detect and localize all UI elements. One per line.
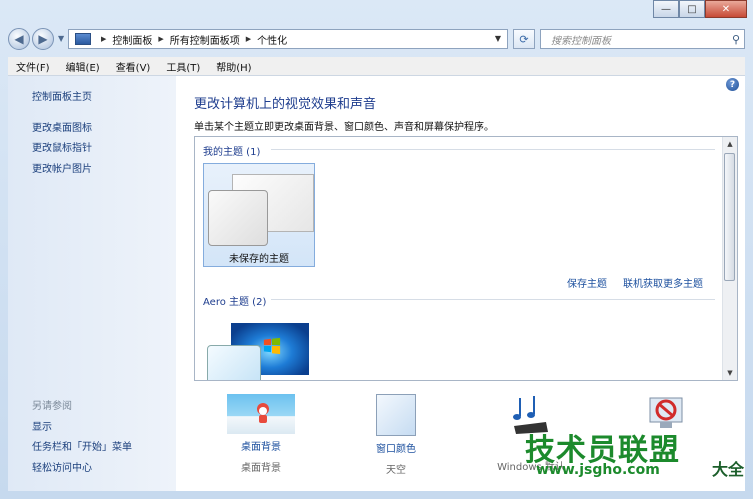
back-button[interactable]: ◀ — [8, 28, 30, 50]
link-control-panel-home[interactable]: 控制面板主页 — [32, 88, 92, 103]
search-box[interactable]: 搜索控制面板 ⚲ — [540, 29, 745, 49]
link-taskbar-start-menu[interactable]: 任务栏和「开始」菜单 — [32, 438, 132, 453]
refresh-button[interactable]: ⟳ — [513, 29, 535, 49]
theme-preview-window — [207, 345, 261, 380]
recent-pages-dropdown[interactable]: ▼ — [58, 34, 64, 43]
link-ease-of-access[interactable]: 轻松访问中心 — [32, 459, 92, 474]
caption-buttons: — □ ✕ — [653, 0, 747, 18]
maximize-button[interactable]: □ — [679, 0, 705, 18]
page-subtitle: 单击某个主题立即更改桌面背景、窗口颜色、声音和屏幕保护程序。 — [194, 122, 494, 133]
see-also-heading: 另请参阅 — [32, 401, 72, 412]
theme-unsaved[interactable]: 未保存的主题 — [203, 163, 315, 267]
close-button[interactable]: ✕ — [705, 0, 747, 18]
window-color-thumbnail — [376, 394, 416, 436]
theme-list-scrollbar[interactable]: ▲ ▼ — [722, 137, 737, 380]
group-divider — [271, 299, 715, 300]
task-pane: 控制面板主页 更改桌面图标 更改鼠标指针 更改帐户图片 另请参阅 显示 任务栏和… — [8, 76, 176, 491]
get-more-themes-link[interactable]: 联机获取更多主题 — [623, 275, 703, 290]
menu-help[interactable]: 帮助(H) — [208, 59, 259, 74]
cartoon-character-icon — [257, 403, 269, 423]
window-color-caption[interactable]: 窗口颜色 — [351, 440, 441, 455]
scroll-down-icon[interactable]: ▼ — [723, 366, 737, 380]
control-panel-icon — [75, 33, 91, 45]
minimize-button[interactable]: — — [653, 0, 679, 18]
theme-preview-window — [208, 190, 268, 246]
theme-windows7[interactable] — [203, 321, 315, 380]
group-divider — [271, 149, 715, 150]
chevron-right-icon[interactable]: ▶ — [246, 35, 251, 43]
chevron-right-icon[interactable]: ▶ — [101, 35, 106, 43]
address-bar[interactable]: ▶ 控制面板 ▶ 所有控制面板项 ▶ 个性化 ▼ — [68, 29, 508, 49]
windows-logo-icon — [263, 337, 281, 355]
menu-tools[interactable]: 工具(T) — [158, 59, 208, 74]
search-icon[interactable]: ⚲ — [728, 33, 744, 46]
breadcrumb-personalization[interactable]: 个性化 — [257, 32, 287, 47]
breadcrumb-all-items[interactable]: 所有控制面板项 — [170, 32, 240, 47]
menu-view[interactable]: 查看(V) — [108, 59, 159, 74]
refresh-icon: ⟳ — [519, 32, 529, 46]
forward-button[interactable]: ▶ — [32, 28, 54, 50]
watermark-url: www.jsgho.com — [536, 462, 660, 478]
window-color-value: 天空 — [386, 465, 406, 476]
watermark-tail: 大全 — [712, 460, 745, 479]
scroll-up-icon[interactable]: ▲ — [723, 137, 737, 151]
link-display[interactable]: 显示 — [32, 418, 52, 433]
link-change-mouse-pointers[interactable]: 更改鼠标指针 — [32, 139, 92, 154]
address-history-dropdown[interactable]: ▼ — [495, 34, 501, 43]
address-row: ◀ ▶ ▼ ▶ 控制面板 ▶ 所有控制面板项 ▶ 个性化 ▼ ⟳ 搜索控制面板 … — [8, 28, 745, 52]
window-color-setting[interactable]: 窗口颜色 天空 — [351, 394, 441, 476]
page-title: 更改计算机上的视觉效果和声音 — [194, 97, 377, 112]
link-change-account-picture[interactable]: 更改帐户图片 — [32, 160, 92, 175]
desktop-background-setting[interactable]: 桌面背景 桌面背景 — [216, 394, 306, 474]
menu-bar: 文件(F) 编辑(E) 查看(V) 工具(T) 帮助(H) — [8, 57, 745, 76]
desktop-background-thumbnail — [227, 394, 295, 434]
group-my-themes: 我的主题 (1) — [203, 147, 261, 158]
desktop-background-caption[interactable]: 桌面背景 — [216, 438, 306, 453]
scroll-thumb[interactable] — [724, 153, 735, 281]
arrow-right-icon: ▶ — [38, 32, 48, 46]
menu-edit[interactable]: 编辑(E) — [58, 59, 108, 74]
menu-file[interactable]: 文件(F) — [8, 59, 58, 74]
chevron-right-icon[interactable]: ▶ — [158, 35, 163, 43]
search-input[interactable]: 搜索控制面板 — [541, 32, 728, 47]
save-theme-link[interactable]: 保存主题 — [567, 275, 607, 290]
desktop-background-value: 桌面背景 — [241, 463, 281, 474]
theme-name: 未保存的主题 — [229, 254, 289, 265]
link-change-desktop-icons[interactable]: 更改桌面图标 — [32, 119, 92, 134]
theme-list[interactable]: 我的主题 (1) 未保存的主题 保存主题 联机获取更多主题 Aero 主题 (2… — [194, 136, 738, 381]
breadcrumb-control-panel[interactable]: 控制面板 — [112, 32, 152, 47]
explorer-window: — □ ✕ ◀ ▶ ▼ ▶ 控制面板 ▶ 所有控制面板项 ▶ 个性化 ▼ ⟳ 搜… — [0, 0, 753, 499]
help-icon[interactable]: ? — [726, 78, 739, 91]
group-aero-themes: Aero 主题 (2) — [203, 297, 267, 308]
arrow-left-icon: ◀ — [14, 32, 24, 46]
